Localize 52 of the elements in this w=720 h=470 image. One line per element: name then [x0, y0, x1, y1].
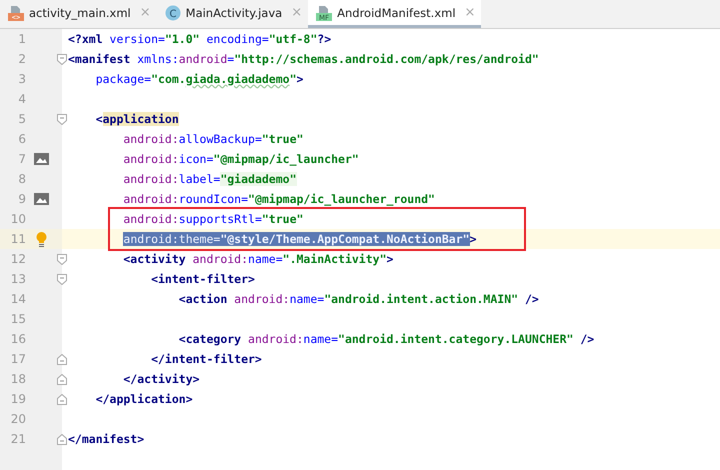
line-number: 17 [10, 352, 26, 366]
code-line: </activity> [122, 371, 200, 388]
code-line: <application [94, 111, 179, 128]
line-number: 19 [10, 392, 26, 406]
line-number: 7 [17, 152, 26, 166]
code-line: <category android:name="android.intent.category.LAUNCHER" /> [178, 331, 594, 348]
line-number: 6 [17, 132, 26, 146]
code-line: </manifest> [68, 431, 144, 448]
line-number: 9 [17, 192, 26, 206]
line-number: 3 [17, 72, 26, 86]
line-number: 21 [10, 432, 26, 446]
fold-marker-icon[interactable] [57, 374, 67, 384]
editor-tab[interactable]: C MainActivity.java × [156, 0, 308, 28]
code-line: </application> [94, 391, 193, 408]
code-line: <intent-filter> [150, 271, 255, 288]
line-number: 14 [10, 292, 26, 306]
fold-marker-icon[interactable] [57, 254, 67, 264]
image-icon[interactable] [34, 193, 48, 205]
line-number: 10 [10, 212, 26, 226]
image-icon[interactable] [34, 153, 48, 165]
line-number: 1 [17, 32, 26, 46]
code-line: <?xml version="1.0" encoding="utf-8"?> [68, 31, 332, 48]
code-line: <action android:name="android.intent.action.MAIN" /> [178, 291, 539, 308]
fold-marker-icon[interactable] [57, 274, 67, 284]
line-number: 2 [17, 52, 26, 66]
line-number: 12 [10, 252, 26, 266]
lightbulb-icon[interactable] [36, 232, 46, 246]
line-number: 20 [10, 412, 26, 426]
line-number: 4 [17, 92, 26, 106]
line-number: 8 [17, 172, 26, 186]
line-number: 18 [10, 372, 26, 386]
line-number: 13 [10, 272, 26, 286]
code-line: <activity android:name=".MainActivity"> [122, 251, 394, 268]
fold-marker-icon[interactable] [57, 54, 67, 64]
line-number: 15 [10, 312, 26, 326]
code-line: <manifest xmlns:android="http://schemas.android.com/apk/res/android" [68, 51, 539, 68]
fold-marker-icon[interactable] [57, 114, 67, 124]
line-number: 16 [10, 332, 26, 346]
code-line: android:roundIcon="@mipmap/ic_launcher_round" [122, 191, 435, 208]
code-line: android:theme="@style/Theme.AppCompat.NoActionBar"> [122, 231, 477, 248]
code-line: android:label="giadademo" [122, 171, 296, 188]
code-line: android:allowBackup="true" [122, 131, 304, 148]
class-icon: C [164, 4, 181, 20]
line-number: 11 [10, 232, 26, 246]
code-line: android:supportsRtl="true" [122, 211, 304, 228]
code-line: android:icon="@mipmap/ic_launcher" [122, 151, 359, 168]
fold-marker-icon[interactable] [57, 434, 67, 444]
code-line: package="com.giada.giadademo"> [94, 71, 304, 88]
code-line: </intent-filter> [150, 351, 262, 368]
fold-marker-icon[interactable] [57, 354, 67, 364]
fold-marker-icon[interactable] [57, 394, 67, 404]
line-number: 5 [17, 112, 26, 126]
